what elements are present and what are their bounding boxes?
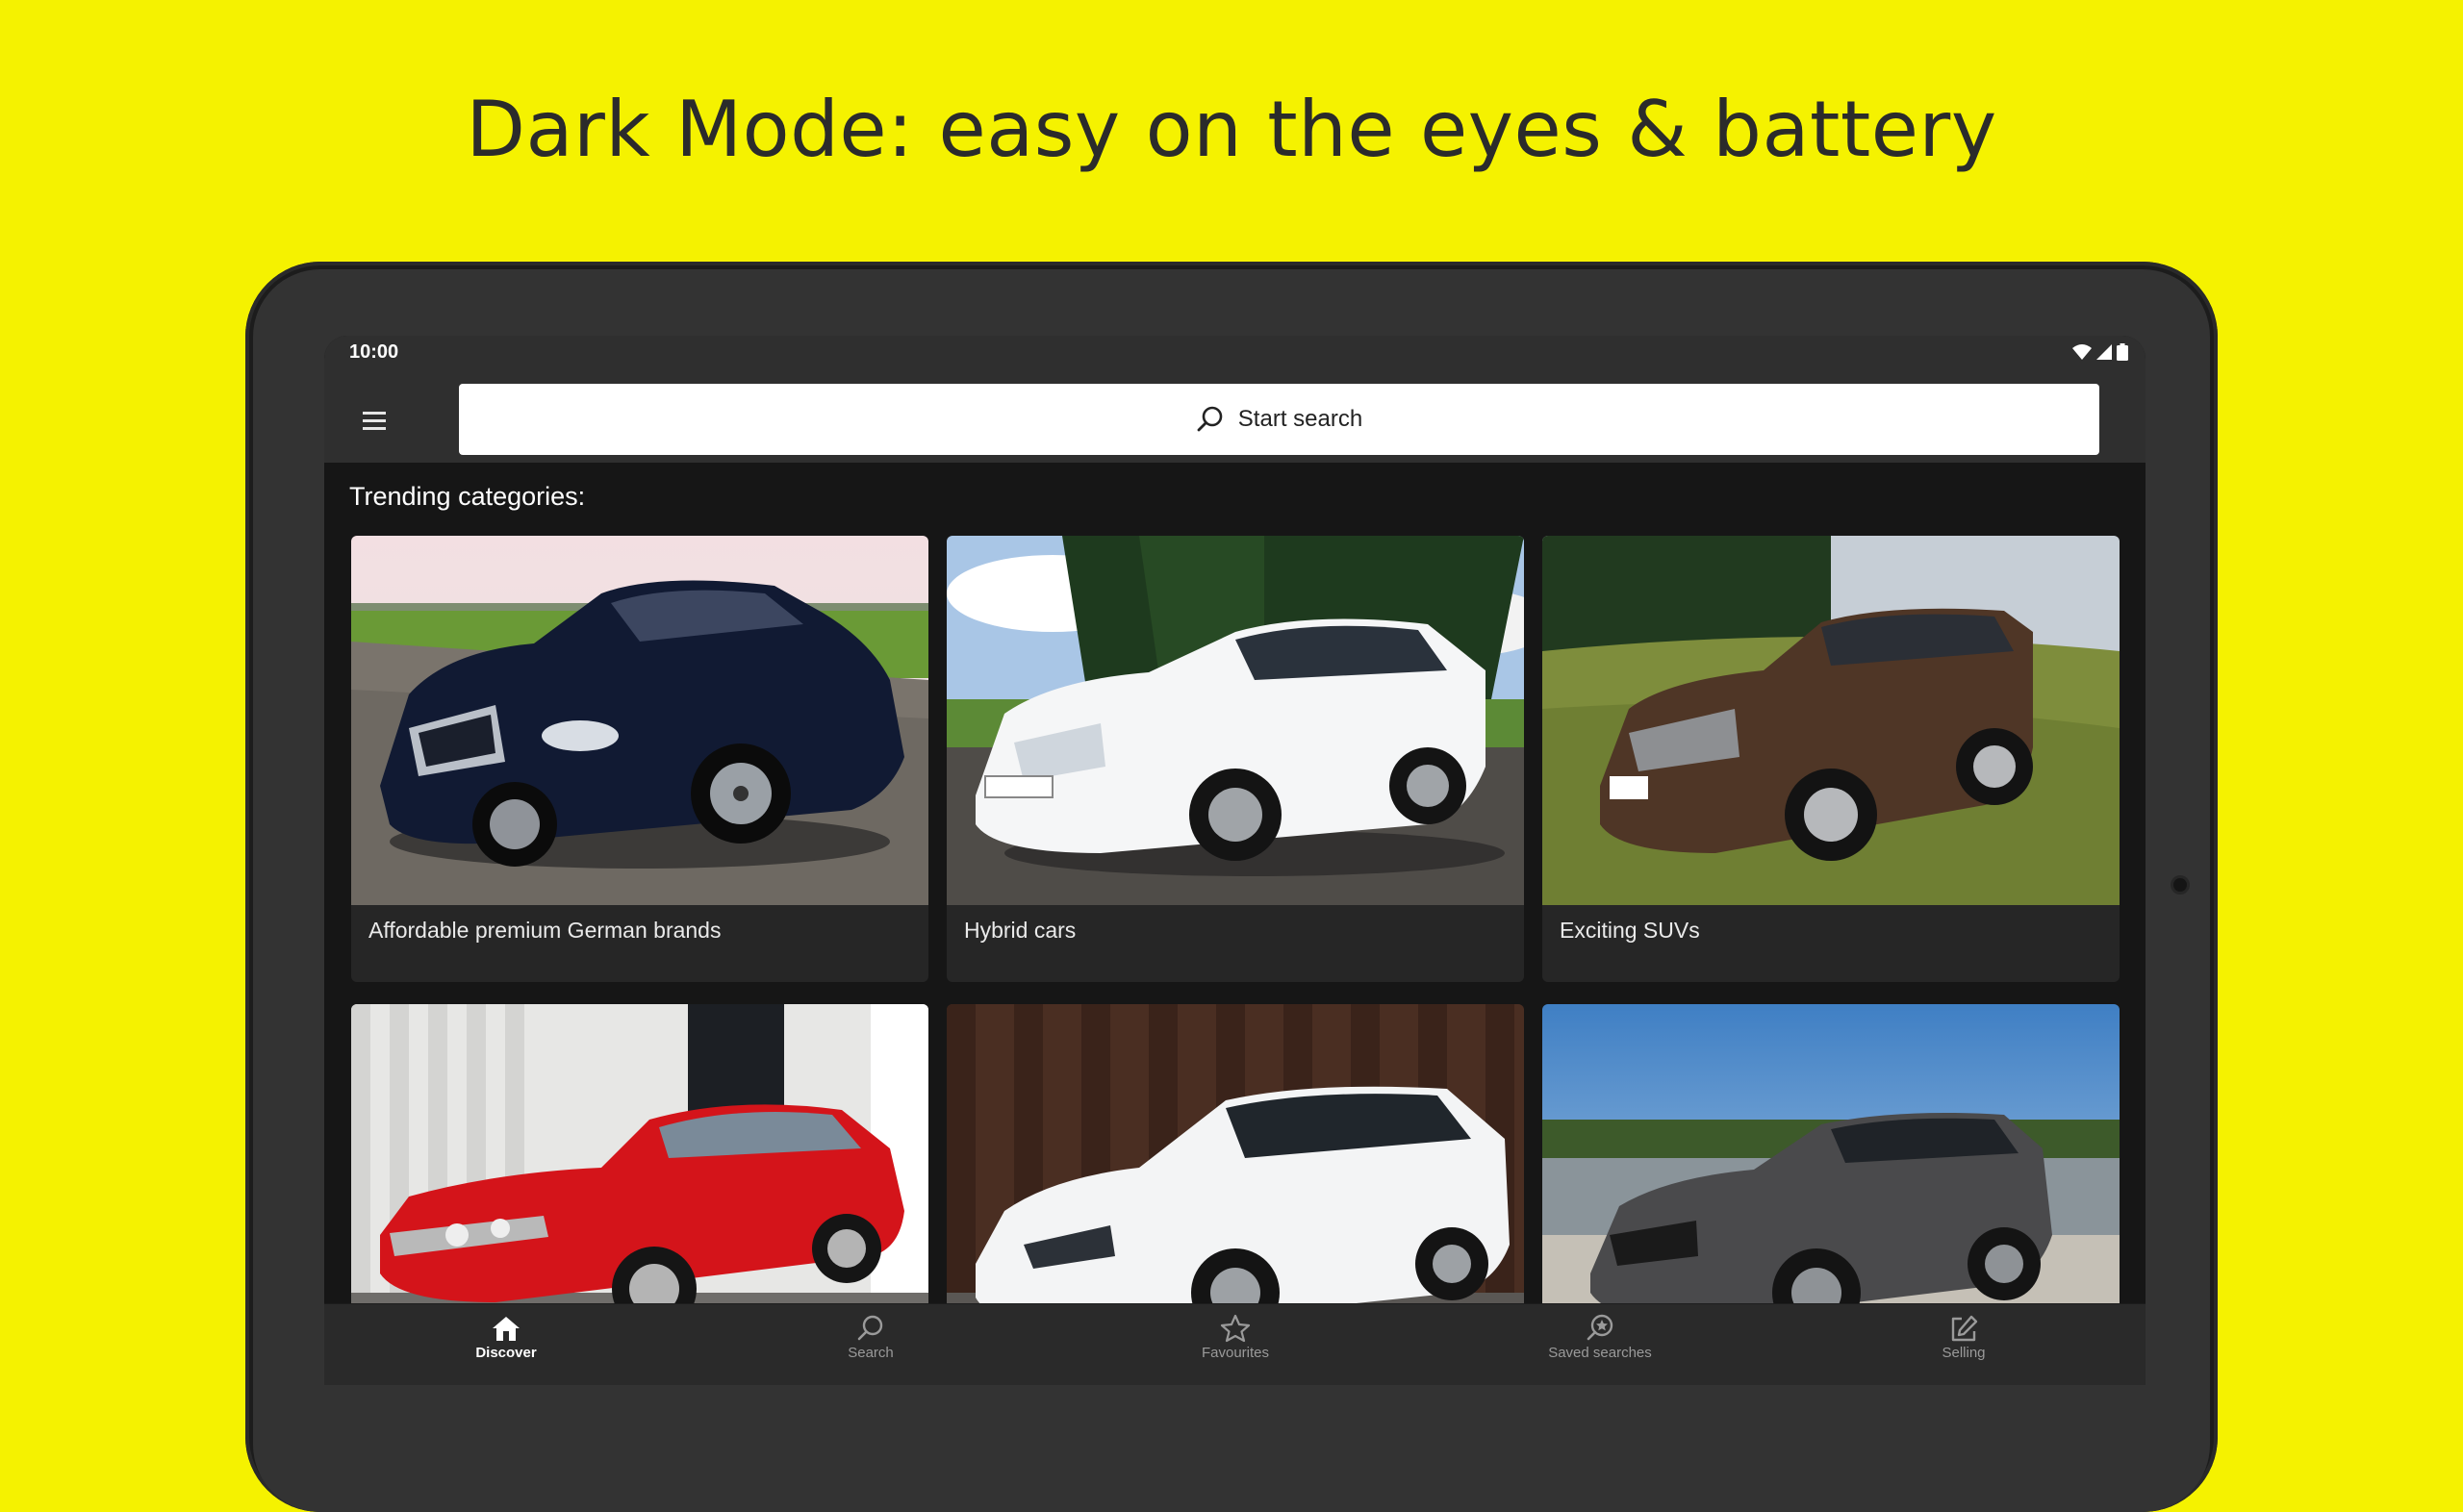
nav-discover[interactable]: Discover bbox=[410, 1314, 602, 1361]
white-hybrid-hatchback-photo bbox=[947, 536, 1524, 905]
dark-blue-sedan-photo bbox=[351, 536, 928, 905]
nav-search[interactable]: Search bbox=[774, 1314, 967, 1361]
category-card-premium-german[interactable]: Affordable premium German brands bbox=[351, 536, 928, 982]
white-compact-wagon-photo bbox=[947, 1004, 1524, 1304]
category-card-compact[interactable] bbox=[947, 1004, 1524, 1304]
home-icon bbox=[493, 1317, 520, 1341]
promo-headline: Dark Mode: easy on the eyes & battery bbox=[466, 85, 1997, 174]
nav-favourites[interactable]: Favourites bbox=[1139, 1314, 1332, 1361]
brown-suv-photo bbox=[1542, 536, 2120, 905]
search-bar[interactable]: Start search bbox=[459, 384, 2099, 455]
nav-label: Favourites bbox=[1201, 1345, 1270, 1361]
wifi-icon bbox=[2072, 344, 2092, 360]
category-label: Hybrid cars bbox=[964, 918, 1077, 943]
category-label: Exciting SUVs bbox=[1560, 918, 1700, 943]
category-card-hybrid[interactable]: Hybrid cars bbox=[947, 536, 1524, 982]
nav-label: Selling bbox=[1942, 1345, 1986, 1361]
status-time: 10:00 bbox=[349, 341, 399, 363]
nav-saved-searches[interactable]: Saved searches bbox=[1504, 1314, 1696, 1361]
nav-selling[interactable]: Selling bbox=[1867, 1314, 2060, 1361]
nav-label: Saved searches bbox=[1548, 1345, 1652, 1361]
app-bar: Start search bbox=[324, 376, 2146, 463]
section-title: Trending categories: bbox=[349, 482, 586, 511]
saved-search-icon bbox=[1587, 1314, 1613, 1341]
category-card-classic[interactable] bbox=[351, 1004, 928, 1304]
status-bar: 10:00 bbox=[324, 336, 2146, 376]
edit-icon bbox=[1951, 1315, 1978, 1342]
status-icons bbox=[2072, 343, 2128, 361]
nav-label: Discover bbox=[475, 1345, 537, 1361]
front-camera bbox=[2171, 875, 2190, 895]
discover-content[interactable]: Trending categories: Affordable premium … bbox=[324, 463, 2146, 1304]
star-icon bbox=[1220, 1314, 1251, 1343]
signal-icon bbox=[2096, 344, 2112, 360]
category-card-suv[interactable]: Exciting SUVs bbox=[1542, 536, 2120, 982]
category-card-hatchback[interactable] bbox=[1542, 1004, 2120, 1304]
search-icon bbox=[857, 1315, 883, 1341]
nav-label: Search bbox=[848, 1345, 894, 1361]
app-screen: 10:00 Start search Trending categories: … bbox=[324, 336, 2146, 1385]
hamburger-menu-icon[interactable] bbox=[355, 401, 394, 440]
category-label: Affordable premium German brands bbox=[368, 918, 722, 943]
battery-icon bbox=[2117, 343, 2128, 361]
search-icon bbox=[1197, 406, 1223, 432]
search-placeholder: Start search bbox=[1237, 406, 1363, 432]
grey-hatchback-photo bbox=[1542, 1004, 2120, 1304]
red-classic-coupe-photo bbox=[351, 1004, 928, 1304]
bottom-navigation: Discover Search Favourites Saved searche… bbox=[324, 1303, 2146, 1385]
